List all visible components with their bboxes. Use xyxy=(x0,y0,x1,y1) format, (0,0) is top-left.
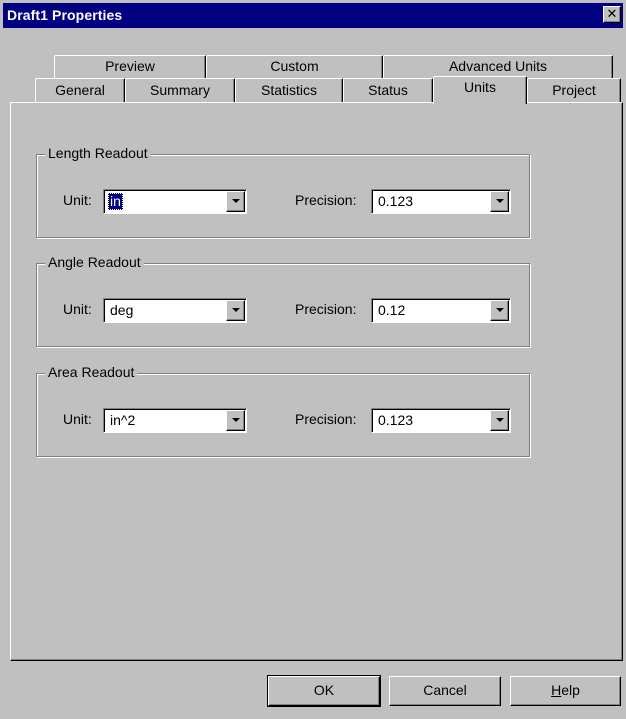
selected-value: 0.123 xyxy=(378,412,414,428)
chevron-down-icon[interactable] xyxy=(226,300,245,321)
chevron-down-icon[interactable] xyxy=(490,410,509,431)
group-title: Length Readout xyxy=(45,145,151,161)
tab-label: Preview xyxy=(105,58,155,74)
precision-label: Precision: xyxy=(295,192,357,208)
chevron-down-icon[interactable] xyxy=(490,191,509,212)
button-label: Cancel xyxy=(423,682,467,698)
title-bar[interactable]: Draft1 Properties ✕ xyxy=(3,3,623,28)
angle-precision-select[interactable]: 0.12 xyxy=(371,298,511,323)
tab-advanced-units[interactable]: Advanced Units xyxy=(383,55,613,78)
chevron-down-icon[interactable] xyxy=(490,300,509,321)
precision-label: Precision: xyxy=(295,411,357,427)
length-unit-select[interactable]: in xyxy=(103,189,247,214)
tab-label: General xyxy=(55,82,105,98)
unit-label: Unit: xyxy=(63,301,92,317)
tab-general[interactable]: General xyxy=(35,78,125,102)
help-hotkey: H xyxy=(551,682,562,698)
tab-summary[interactable]: Summary xyxy=(125,78,235,102)
close-icon: ✕ xyxy=(606,6,618,21)
tab-preview[interactable]: Preview xyxy=(54,55,206,78)
ok-button[interactable]: OK xyxy=(267,675,381,707)
help-button[interactable]: Help xyxy=(510,676,621,706)
group-title: Area Readout xyxy=(45,364,138,380)
area-unit-select[interactable]: in^2 xyxy=(103,408,247,433)
tab-units[interactable]: Units xyxy=(433,76,527,104)
tab-label: Custom xyxy=(270,58,319,74)
tab-custom[interactable]: Custom xyxy=(206,55,383,78)
button-label: elp xyxy=(561,682,580,698)
unit-label: Unit: xyxy=(63,192,92,208)
length-precision-select[interactable]: 0.123 xyxy=(371,189,511,214)
properties-dialog: Draft1 Properties ✕ Preview Custom Advan… xyxy=(0,0,626,719)
selected-value: 0.123 xyxy=(378,193,414,209)
tab-label: Summary xyxy=(150,82,210,98)
area-readout-group: Area Readout Unit: in^2 Precision: 0.123 xyxy=(36,364,530,457)
angle-unit-select[interactable]: deg xyxy=(103,298,247,323)
group-title: Angle Readout xyxy=(45,254,144,270)
area-precision-select[interactable]: 0.123 xyxy=(371,408,511,433)
tab-label: Statistics xyxy=(260,82,317,98)
unit-label: Unit: xyxy=(63,411,92,427)
selected-value: deg xyxy=(110,302,134,318)
cancel-button[interactable]: Cancel xyxy=(389,676,501,706)
tab-label: Advanced Units xyxy=(448,58,548,74)
selected-value: in xyxy=(108,193,123,210)
button-label: OK xyxy=(313,682,335,698)
tab-label: Status xyxy=(368,82,408,98)
tab-status[interactable]: Status xyxy=(343,78,433,102)
selected-value: 0.12 xyxy=(378,302,406,318)
chevron-down-icon[interactable] xyxy=(226,191,245,212)
chevron-down-icon[interactable] xyxy=(226,410,245,431)
tab-statistics[interactable]: Statistics xyxy=(235,78,343,102)
angle-readout-group: Angle Readout Unit: deg Precision: 0.12 xyxy=(36,254,530,347)
tab-project[interactable]: Project xyxy=(527,78,621,102)
selected-value: in^2 xyxy=(110,412,136,428)
precision-label: Precision: xyxy=(295,301,357,317)
length-readout-group: Length Readout Unit: in Precision: 0.123 xyxy=(36,145,530,238)
tab-label: Project xyxy=(552,82,596,98)
tab-label: Units xyxy=(464,79,496,95)
window-title: Draft1 Properties xyxy=(7,7,123,23)
close-button[interactable]: ✕ xyxy=(603,6,621,23)
